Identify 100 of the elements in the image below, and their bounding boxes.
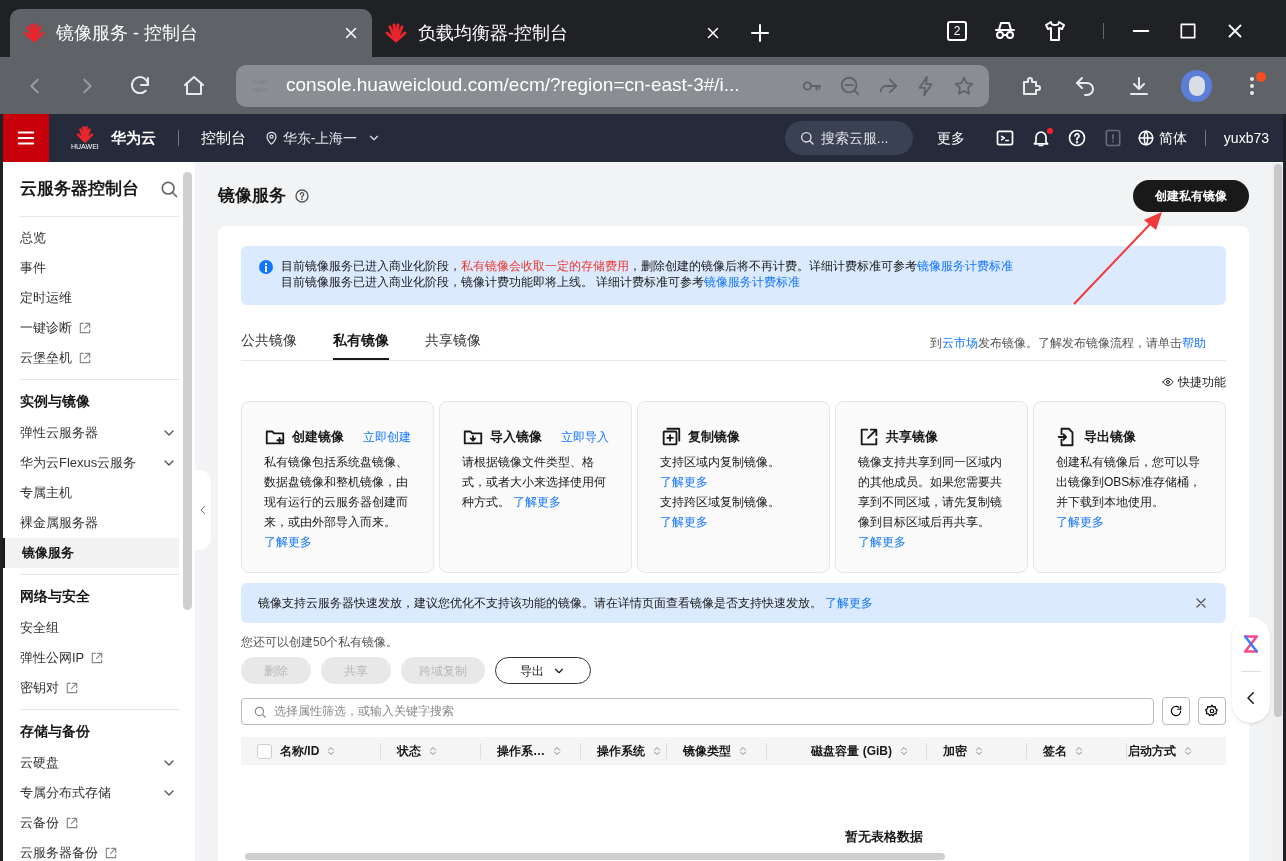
learn-more-link[interactable]: 了解更多 — [660, 515, 708, 529]
quota-text: 您还可以创建50个私有镜像。 — [241, 634, 400, 651]
learn-more-link[interactable]: 了解更多 — [660, 475, 708, 489]
sidebar-item[interactable]: 云服务器备份 — [3, 837, 179, 861]
sort-icon — [898, 745, 910, 757]
feature-title: 导入镜像 — [490, 428, 542, 447]
brand-name: 华为云 — [110, 127, 156, 148]
quick-functions-toggle[interactable]: 快捷功能 — [1162, 373, 1226, 391]
section-heading: 存储与备份 — [20, 722, 91, 741]
sort-icon — [427, 745, 439, 757]
browser-tab[interactable]: 镜像服务 - 控制台 — [10, 9, 372, 57]
column-header[interactable]: 磁盘容量 (GiB) — [766, 743, 926, 759]
help-icon[interactable] — [294, 188, 310, 204]
learn-more-link[interactable]: 了解更多 — [264, 535, 312, 549]
notice-text: 目前镜像服务已进入商业化阶段，镜像计费功能即将上线。 详细计费标准可参考镜像服务计费标准 — [281, 274, 802, 290]
tab-hint-text: 到云市场发布镜像。了解发布镜像流程，请单击帮助 — [930, 335, 1206, 352]
learn-more-link[interactable]: 了解更多 — [825, 596, 874, 610]
feature-description: 请根据镜像文件类型、格式，或者大小来选择使用何种方式。 了解更多 — [462, 454, 607, 511]
sidebar-item[interactable]: 总览 — [3, 222, 179, 253]
feature-title: 导出镜像 — [1084, 428, 1136, 447]
ribbon-logo-icon[interactable] — [1241, 633, 1261, 656]
console-link[interactable]: 控制台 — [200, 126, 246, 150]
sidebar-item[interactable]: 定时运维 — [3, 282, 179, 313]
feature-description: 支持跨区域复制镜像。 了解更多 — [660, 494, 781, 531]
sidebar-item[interactable]: 云堡垒机 — [3, 342, 179, 373]
language-selector[interactable]: 简体 — [1136, 127, 1187, 149]
external-link-icon — [104, 845, 118, 860]
learn-more-link[interactable]: 了解更多 — [1056, 515, 1104, 529]
sidebar-item[interactable]: 华为云Flexus云服务 — [3, 447, 179, 478]
external-link-icon — [90, 650, 105, 665]
sort-icon — [737, 745, 749, 757]
pricing-link[interactable]: 镜像服务计费标准 — [917, 259, 1013, 273]
refresh-icon — [1169, 704, 1183, 718]
select-all-checkbox[interactable] — [257, 743, 272, 759]
plus-icon[interactable] — [748, 21, 772, 45]
help-link[interactable]: 帮助 — [1182, 336, 1206, 350]
flower-icon — [384, 21, 408, 45]
browser-tab[interactable]: 负载均衡器-控制台 — [372, 9, 734, 57]
sidebar-item[interactable]: 裸金属服务器 — [3, 507, 179, 538]
user-menu[interactable]: yuxb73 — [1223, 127, 1269, 149]
avatar[interactable] — [1181, 69, 1213, 102]
column-header[interactable]: 操作系统 — [580, 743, 666, 759]
settings-button[interactable] — [1198, 697, 1226, 725]
external-link-icon — [78, 320, 92, 335]
sidebar-item[interactable]: 事件 — [3, 252, 179, 283]
refresh-button[interactable] — [1162, 697, 1190, 725]
sidebar-item[interactable]: 弹性云服务器 — [3, 417, 179, 448]
pricing-link[interactable]: 镜像服务计费标准 — [704, 275, 801, 289]
menu-button[interactable] — [3, 114, 49, 162]
sidebar-title: 云服务器控制台 — [20, 178, 139, 200]
image-tab[interactable]: 私有镜像 — [333, 324, 389, 360]
action-link[interactable]: 立即导入 — [561, 428, 609, 446]
copy-icon — [660, 426, 682, 448]
sidebar-item[interactable]: 密钥对 — [3, 672, 179, 703]
filter-field[interactable]: 选择属性筛选，或输入关键字搜索 — [241, 697, 1154, 725]
sidebar-item[interactable]: 专属主机 — [3, 477, 179, 508]
sidebar-item[interactable]: 安全组 — [3, 612, 179, 643]
help-link[interactable]: 云市场 — [942, 336, 978, 350]
create-button[interactable]: 创建私有镜像 — [1133, 180, 1249, 212]
image-tab[interactable]: 共享镜像 — [425, 324, 481, 360]
sidebar-item[interactable]: 镜像服务 — [3, 537, 179, 568]
column-header[interactable]: 状态 — [380, 743, 480, 759]
scrollbar-thumb[interactable] — [183, 172, 192, 610]
image-tab[interactable]: 公共镜像 — [241, 324, 297, 360]
terminal-icon[interactable] — [994, 128, 1015, 148]
search-field[interactable]: 搜索云服... — [784, 121, 913, 155]
column-header[interactable]: 名称/ID — [280, 743, 380, 759]
tab-count-button[interactable]: 2 — [947, 21, 967, 41]
region-selector[interactable]: 华东-上海一 — [263, 127, 382, 149]
notice-text: 目前镜像服务已进入商业化阶段，私有镜像会收取一定的存储费用，删除创建的镜像后将不再计费。详细计费标准可参考镜像服务计费标准 — [281, 258, 1013, 274]
sort-icon — [1182, 745, 1194, 757]
column-header[interactable]: 操作系… — [480, 743, 580, 759]
column-header[interactable]: 镜像类型 — [666, 743, 766, 759]
action-link[interactable]: 立即创建 — [363, 428, 411, 446]
learn-more-link[interactable]: 了解更多 — [858, 535, 906, 549]
share-out-icon — [858, 426, 880, 448]
sidebar-item[interactable]: 云硬盘 — [3, 747, 179, 778]
learn-more-link[interactable]: 了解更多 — [513, 495, 562, 509]
search-icon — [798, 130, 815, 146]
sidebar-item[interactable]: 弹性公网IP — [3, 642, 179, 673]
sidebar-item[interactable]: 一键诊断 — [3, 312, 179, 343]
scrollbar-thumb[interactable] — [1273, 164, 1282, 717]
column-header[interactable]: 加密 — [926, 743, 1026, 759]
more-link[interactable]: 更多 — [936, 127, 965, 149]
shirt-icon[interactable] — [1043, 19, 1067, 43]
maximize-icon[interactable] — [1178, 21, 1198, 41]
sidebar-item[interactable]: 专属分布式存储 — [3, 777, 179, 808]
collapse-handle[interactable] — [195, 470, 211, 550]
home-icon[interactable] — [182, 73, 206, 98]
sort-icon — [551, 745, 563, 757]
feature-title: 复制镜像 — [688, 428, 740, 447]
horizontal-scrollbar[interactable] — [245, 853, 945, 860]
sidebar-item[interactable]: 云备份 — [3, 807, 179, 838]
help-icon[interactable] — [1066, 128, 1087, 148]
flower-icon — [22, 21, 46, 45]
column-header[interactable]: 签名 — [1026, 743, 1126, 759]
external-link-icon — [65, 815, 79, 830]
column-header[interactable]: 启动方式 — [1126, 743, 1210, 759]
star-icon[interactable] — [953, 74, 976, 97]
feature-description: 私有镜像包括系统盘镜像、数据盘镜像和整机镜像，由现有运行的云服务器创建而来，或由外部导入而来。 了解更多 — [264, 454, 409, 551]
